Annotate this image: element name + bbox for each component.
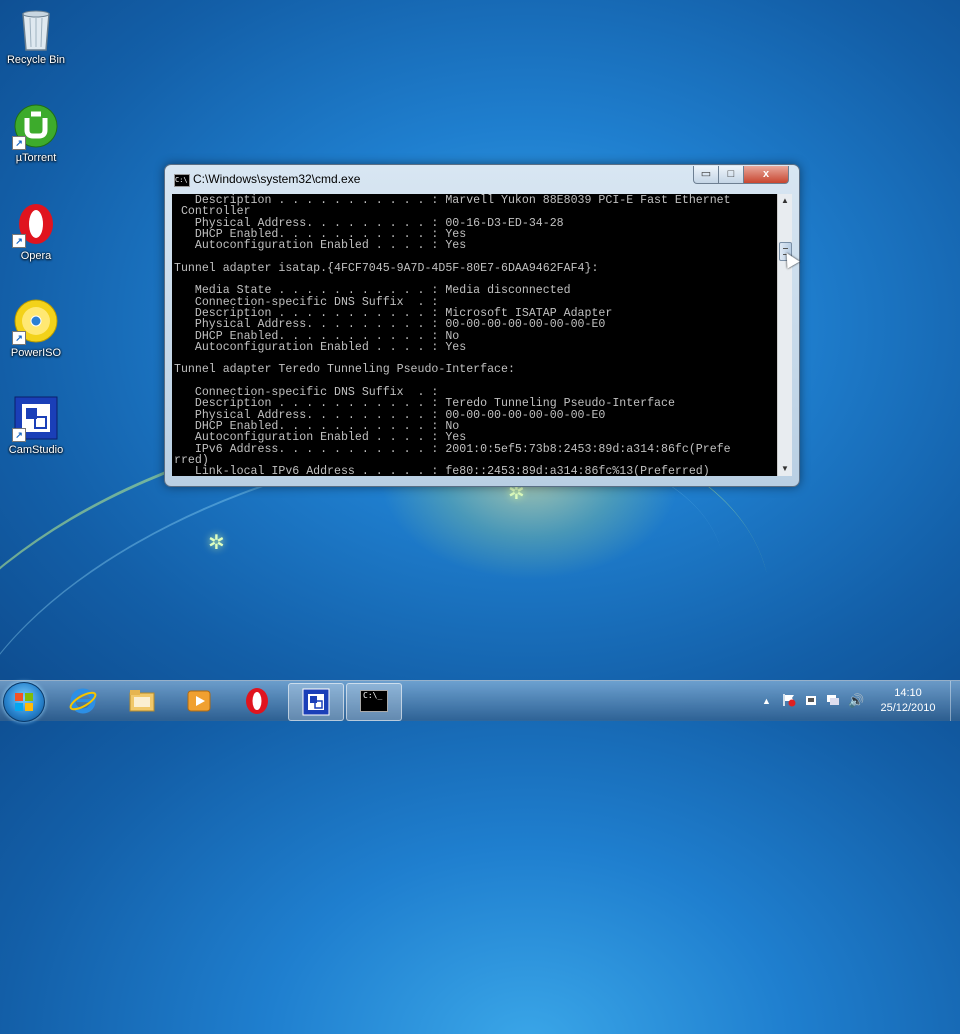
desktop-icon-camstudio[interactable]: ↗ CamStudio — [4, 396, 68, 456]
shortcut-arrow-icon: ↗ — [12, 331, 26, 345]
volume-icon[interactable]: 🔊 — [848, 693, 864, 709]
scroll-up-icon[interactable]: ▲ — [778, 194, 792, 208]
taskbar-camstudio[interactable] — [288, 683, 344, 721]
poweriso-disc-icon: ↗ — [12, 299, 58, 345]
show-hidden-icons-icon[interactable]: ▲ — [762, 696, 771, 706]
action-center-flag-icon[interactable] — [782, 693, 796, 710]
desktop-icon-recycle-bin[interactable]: Recycle Bin — [4, 6, 68, 66]
taskbar-windows-explorer[interactable] — [115, 683, 169, 719]
media-player-icon — [185, 687, 213, 715]
taskbar: C:\_ ▲ 🔊 14:10 25/12/2010 — [0, 680, 960, 722]
minimize-button[interactable]: ▭ — [693, 166, 719, 184]
close-icon: x — [762, 168, 770, 180]
taskbar-cmd[interactable]: C:\_ — [346, 683, 402, 721]
cmd-glyph: C:\_ — [360, 690, 388, 712]
clock-time: 14:10 — [894, 687, 922, 699]
maximize-icon: □ — [727, 168, 735, 180]
taskbar-media-player[interactable] — [172, 683, 226, 719]
window-title: C:\Windows\system32\cmd.exe — [193, 172, 361, 186]
utorrent-icon: ↗ — [12, 104, 58, 150]
recycle-bin-icon — [14, 6, 58, 51]
shortcut-arrow-icon: ↗ — [12, 136, 26, 150]
close-button[interactable]: x — [743, 166, 789, 184]
camstudio-icon — [302, 688, 330, 716]
desktop-icon-utorrent[interactable]: ↗ µTorrent — [4, 104, 68, 164]
sparkle-icon: ✲ — [208, 532, 225, 554]
taskbar-opera[interactable] — [230, 683, 284, 719]
vertical-scrollbar[interactable]: ▲ ▼ — [777, 194, 792, 476]
system-clock[interactable]: 14:10 25/12/2010 — [868, 686, 948, 716]
windows-logo-icon — [15, 693, 33, 711]
cmd-window[interactable]: C:\ C:\Windows\system32\cmd.exe ▭ □ x De… — [164, 164, 800, 487]
window-titlebar[interactable]: C:\ C:\Windows\system32\cmd.exe ▭ □ x — [165, 165, 799, 193]
desktop-icon-poweriso[interactable]: ↗ PowerISO — [4, 299, 68, 359]
desktop-icon-label: CamStudio — [8, 444, 64, 456]
console-output[interactable]: Description . . . . . . . . . . . : Marv… — [172, 194, 777, 476]
desktop-icon-label: Opera — [20, 250, 52, 262]
network-icon[interactable] — [826, 693, 840, 710]
scroll-down-icon[interactable]: ▼ — [778, 462, 792, 476]
folder-icon — [128, 687, 156, 715]
clock-date: 25/12/2010 — [880, 702, 936, 714]
shortcut-arrow-icon: ↗ — [12, 234, 26, 248]
cmd-icon: C:\_ — [360, 688, 388, 716]
opera-icon — [243, 687, 271, 715]
desktop-icon-label: PowerISO — [10, 347, 62, 359]
maximize-button[interactable]: □ — [718, 166, 744, 184]
desktop-icon-label: µTorrent — [15, 152, 57, 164]
console-text: Description . . . . . . . . . . . : Marv… — [174, 194, 731, 476]
minimize-icon: ▭ — [700, 168, 712, 180]
cmd-icon: C:\ — [174, 174, 190, 187]
internet-explorer-icon — [69, 687, 97, 715]
device-icon[interactable] — [804, 693, 818, 710]
start-button[interactable] — [3, 682, 45, 722]
camstudio-icon: ↗ — [12, 396, 58, 442]
taskbar-internet-explorer[interactable] — [56, 683, 110, 719]
show-desktop-button[interactable] — [950, 681, 960, 721]
desktop-icon-opera[interactable]: ↗ Opera — [4, 202, 68, 262]
desktop-icon-label: Recycle Bin — [6, 54, 66, 66]
shortcut-arrow-icon: ↗ — [12, 428, 26, 442]
opera-icon: ↗ — [12, 202, 58, 248]
